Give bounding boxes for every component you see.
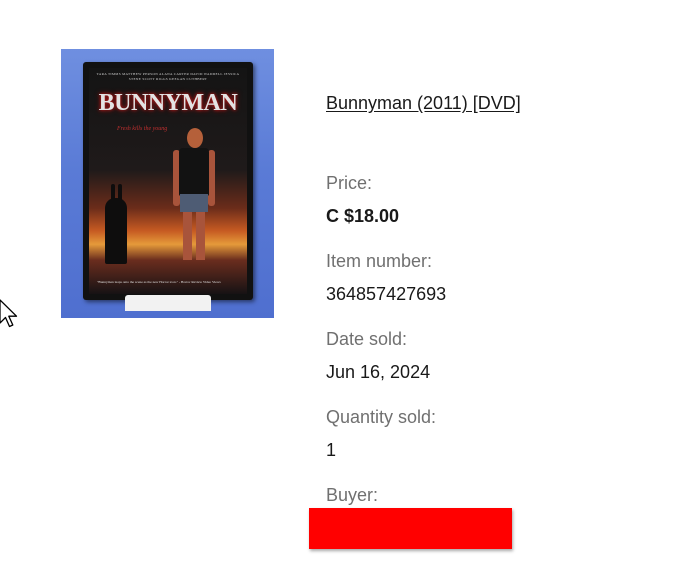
buyer-redaction-box xyxy=(309,508,512,549)
dvd-display-stand xyxy=(125,295,211,311)
woman-figure-head xyxy=(187,128,203,148)
date-sold-value: Jun 16, 2024 xyxy=(326,362,431,382)
woman-figure-legs xyxy=(183,212,205,260)
quantity-sold-value: 1 xyxy=(326,440,337,460)
price-value: C $18.00 xyxy=(326,206,400,226)
woman-figure-arm xyxy=(208,150,215,206)
item-number-label: Item number: xyxy=(326,251,433,271)
dvd-case: TARA TIMMS MATTHEW PERSON ALANA CARTER D… xyxy=(83,62,253,300)
dvd-cover-credits: TARA TIMMS MATTHEW PERSON ALANA CARTER D… xyxy=(96,72,240,81)
sold-item-page: TARA TIMMS MATTHEW PERSON ALANA CARTER D… xyxy=(0,0,684,584)
item-number-value: 364857427693 xyxy=(326,284,447,304)
buyer-label: Buyer: xyxy=(326,485,379,505)
dvd-cover-tagline: Fresh kills the young xyxy=(117,126,168,132)
arrow-cursor-icon xyxy=(0,299,18,328)
price-label: Price: xyxy=(326,173,373,193)
dvd-cover-art: TARA TIMMS MATTHEW PERSON ALANA CARTER D… xyxy=(89,68,247,294)
woman-figure-body xyxy=(179,148,209,196)
dvd-cover-quote: "Bunnyman leaps onto the scene as the ne… xyxy=(97,279,221,284)
product-image[interactable]: TARA TIMMS MATTHEW PERSON ALANA CARTER D… xyxy=(61,49,274,318)
dvd-cover-title: BUNNYMAN xyxy=(98,90,238,116)
bunny-figure xyxy=(105,198,127,264)
date-sold-label: Date sold: xyxy=(326,329,408,349)
woman-figure-shorts xyxy=(180,194,208,212)
product-title-link[interactable]: Bunnyman (2011) [DVD] xyxy=(326,93,521,114)
quantity-sold-label: Quantity sold: xyxy=(326,407,437,427)
